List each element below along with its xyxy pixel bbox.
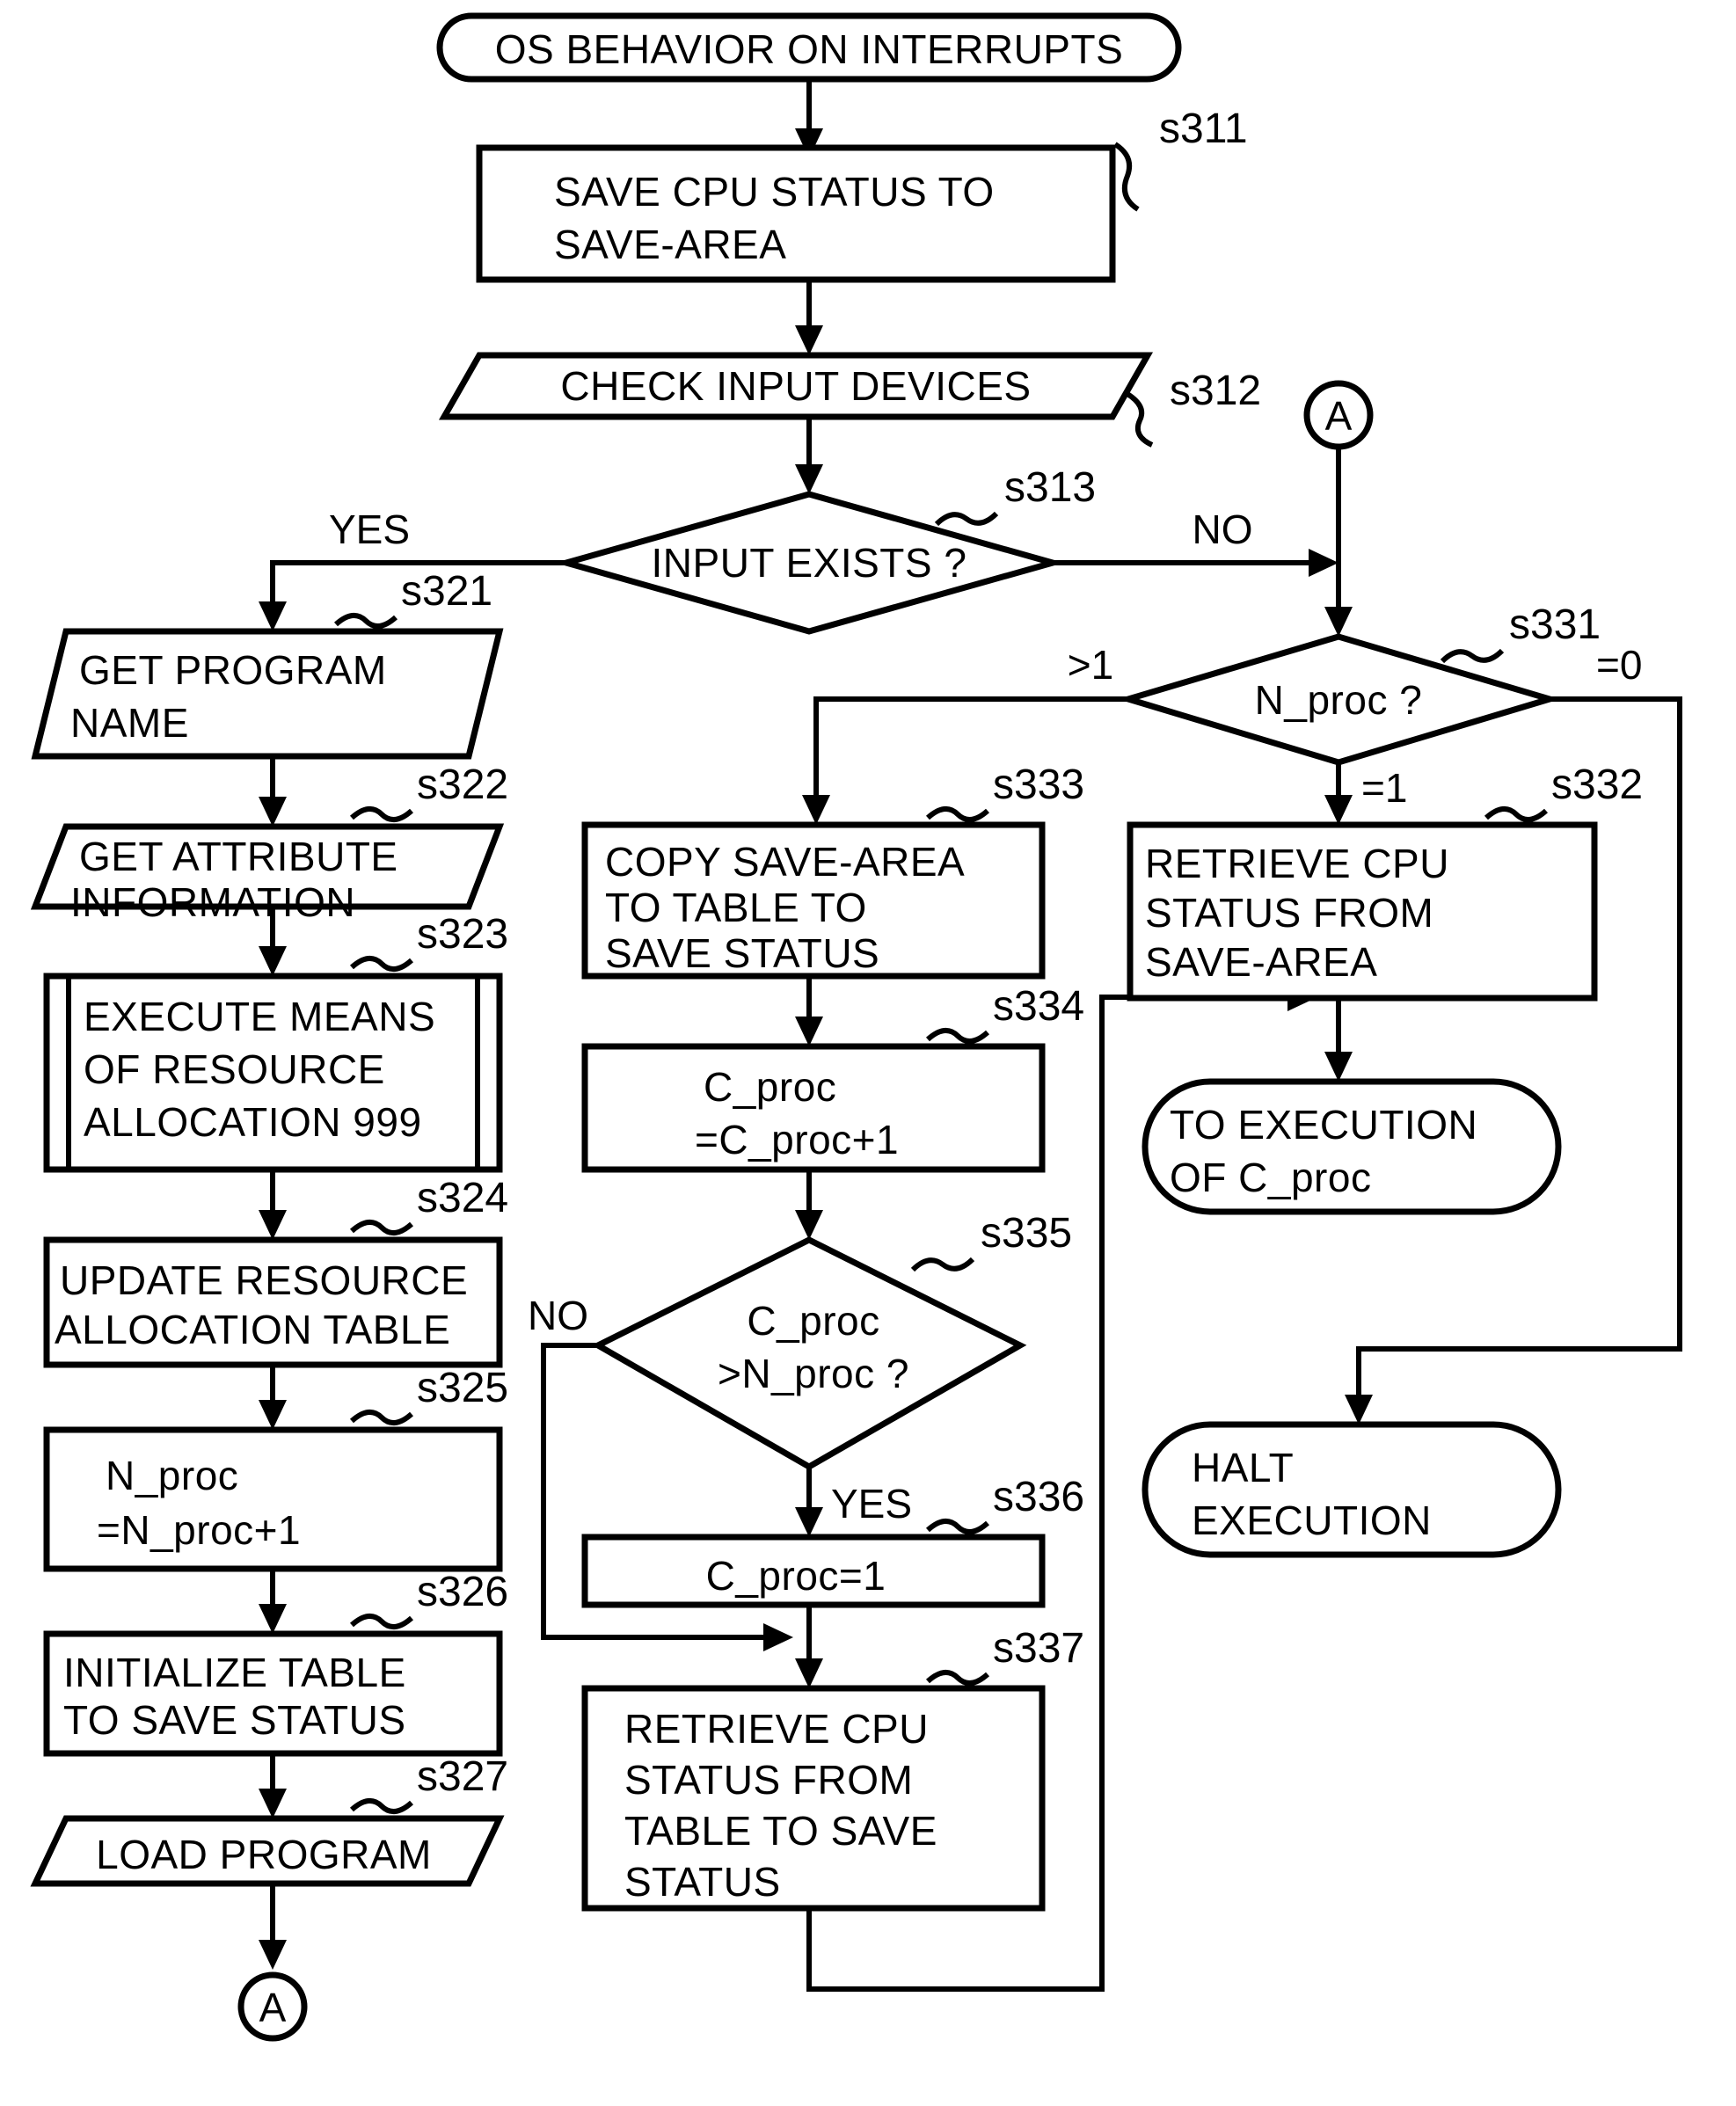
- to-exec-line-1: TO EXECUTION: [1170, 1102, 1477, 1148]
- s311-step-label: s311: [1159, 106, 1248, 152]
- s336-label: C_proc=1: [706, 1553, 886, 1599]
- s331-gt1-label: >1: [1068, 642, 1113, 688]
- s324-line-1: UPDATE RESOURCE: [60, 1257, 468, 1303]
- edge-s333-to-s334: [795, 976, 823, 1046]
- s326-line-2: TO SAVE STATUS: [63, 1697, 406, 1743]
- s335-yes-label: YES: [831, 1481, 912, 1527]
- s335-no-label: NO: [528, 1293, 588, 1338]
- s321-step-label: s321: [401, 568, 492, 615]
- s333-line-2: TO TABLE TO: [605, 885, 867, 930]
- s331-label: N_proc ?: [1255, 677, 1423, 723]
- s335-line-2: >N_proc ?: [718, 1351, 909, 1396]
- s325-line-2: =N_proc+1: [97, 1507, 301, 1553]
- node-connector-a-right: A: [1303, 380, 1374, 450]
- s323-line-2: OF RESOURCE: [84, 1046, 385, 1092]
- s323-line-3: ALLOCATION 999: [84, 1099, 422, 1145]
- s335-step-label: s335: [981, 1210, 1072, 1257]
- s333-line-1: COPY SAVE-AREA: [605, 839, 965, 885]
- s326-line-1: INITIALIZE TABLE: [63, 1650, 406, 1695]
- edge-s324-to-s325: [259, 1365, 287, 1430]
- s325-line-1: N_proc: [106, 1453, 238, 1498]
- s332-line-1: RETRIEVE CPU: [1145, 841, 1449, 886]
- edge-s323-to-s324: [259, 1170, 287, 1240]
- node-start: OS BEHAVIOR ON INTERRUPTS: [436, 12, 1182, 83]
- edge-s325-to-s326: [259, 1569, 287, 1634]
- node-s337: RETRIEVE CPU STATUS FROM TABLE TO SAVE S…: [581, 1625, 1084, 1912]
- s326-step-label: s326: [417, 1569, 508, 1615]
- edge-a-to-s331: [1324, 440, 1353, 637]
- s323-line-1: EXECUTE MEANS: [84, 994, 435, 1039]
- s332-line-2: STATUS FROM: [1145, 890, 1433, 936]
- connector-a-right-label: A: [1325, 393, 1353, 439]
- start-label: OS BEHAVIOR ON INTERRUPTS: [495, 26, 1124, 72]
- node-s311: SAVE CPU STATUS TO SAVE-AREA s311: [476, 106, 1248, 283]
- node-s325: N_proc =N_proc+1 s325: [43, 1365, 508, 1572]
- halt-line-2: EXECUTION: [1192, 1498, 1432, 1543]
- s313-yes-label: YES: [329, 506, 410, 552]
- s324-step-label: s324: [417, 1175, 508, 1221]
- halt-line-1: HALT: [1192, 1445, 1294, 1490]
- s334-line-1: C_proc: [704, 1064, 836, 1110]
- edge-s311-to-s312: [795, 280, 823, 355]
- s323-step-label: s323: [417, 911, 508, 958]
- edge-s336-to-s337: [795, 1605, 823, 1688]
- s337-line-3: TABLE TO SAVE: [624, 1808, 937, 1854]
- s312-label: CHECK INPUT DEVICES: [560, 363, 1031, 409]
- edge-s335-yes-to-s336: [795, 1467, 823, 1537]
- edge-s334-to-s335: [795, 1170, 823, 1240]
- node-s324: UPDATE RESOURCE ALLOCATION TABLE s324: [43, 1175, 508, 1368]
- edge-s332-to-toexec: [1324, 998, 1353, 1082]
- node-s312: CHECK INPUT DEVICES s312: [438, 352, 1261, 448]
- s327-label: LOAD PROGRAM: [96, 1832, 432, 1877]
- edge-s312-to-s313: [795, 417, 823, 494]
- edge-s321-to-s322: [259, 756, 287, 827]
- s332-step-label: s332: [1551, 762, 1643, 808]
- s313-no-label: NO: [1193, 506, 1253, 552]
- s327-step-label: s327: [417, 1753, 508, 1800]
- node-s321: GET PROGRAM NAME s321: [31, 568, 504, 760]
- node-s334: C_proc =C_proc+1 s334: [581, 983, 1084, 1173]
- node-s335: C_proc >N_proc ? s335 NO YES: [528, 1210, 1072, 1527]
- edge-s313-no-to-a-column: [1053, 549, 1338, 577]
- s337-line-1: RETRIEVE CPU: [624, 1706, 929, 1752]
- node-halt: HALT EXECUTION: [1142, 1421, 1562, 1558]
- s324-line-2: ALLOCATION TABLE: [55, 1307, 450, 1352]
- connector-a-bottom-label: A: [259, 1985, 287, 2030]
- edge-s327-to-a-bottom: [259, 1884, 287, 1970]
- s311-line-2: SAVE-AREA: [554, 222, 786, 267]
- s321-line-1: GET PROGRAM: [79, 647, 387, 693]
- s322-step-label: s322: [417, 762, 508, 808]
- node-s333: COPY SAVE-AREA TO TABLE TO SAVE STATUS s…: [581, 762, 1084, 980]
- s332-line-3: SAVE-AREA: [1145, 939, 1377, 985]
- node-s326: INITIALIZE TABLE TO SAVE STATUS s326: [43, 1569, 508, 1757]
- s313-step-label: s313: [1004, 464, 1096, 511]
- s335-line-1: C_proc: [747, 1298, 879, 1344]
- s336-step-label: s336: [993, 1474, 1084, 1520]
- s337-line-2: STATUS FROM: [624, 1757, 913, 1803]
- node-to-execution: TO EXECUTION OF C_proc: [1142, 1078, 1562, 1215]
- s322-line-2: INFORMATION: [70, 879, 355, 925]
- s337-line-4: STATUS: [624, 1859, 781, 1905]
- node-connector-a-bottom: A: [237, 1971, 308, 2042]
- s334-step-label: s334: [993, 983, 1084, 1030]
- s325-step-label: s325: [417, 1365, 508, 1411]
- s321-line-2: NAME: [70, 700, 189, 746]
- s311-line-1: SAVE CPU STATUS TO: [554, 169, 995, 215]
- s331-step-label: s331: [1509, 601, 1601, 648]
- s334-line-2: =C_proc+1: [695, 1117, 899, 1162]
- edge-s326-to-s327: [259, 1753, 287, 1818]
- s333-line-3: SAVE STATUS: [605, 930, 879, 976]
- s322-line-1: GET ATTRIBUTE: [79, 834, 398, 879]
- s331-eq1-label: =1: [1361, 765, 1407, 811]
- flowchart-svg: OS BEHAVIOR ON INTERRUPTS SAVE CPU STATU…: [30, 12, 1682, 2042]
- s312-step-label: s312: [1170, 368, 1261, 414]
- s333-step-label: s333: [993, 762, 1084, 808]
- s331-eq0-label: =0: [1596, 642, 1642, 688]
- flowchart-canvas: OS BEHAVIOR ON INTERRUPTS SAVE CPU STATU…: [0, 0, 1736, 2106]
- s337-step-label: s337: [993, 1625, 1084, 1672]
- edge-s331-eq1-to-s332: [1324, 762, 1353, 825]
- to-exec-line-2: OF C_proc: [1170, 1155, 1371, 1200]
- s313-label: INPUT EXISTS ?: [652, 540, 967, 586]
